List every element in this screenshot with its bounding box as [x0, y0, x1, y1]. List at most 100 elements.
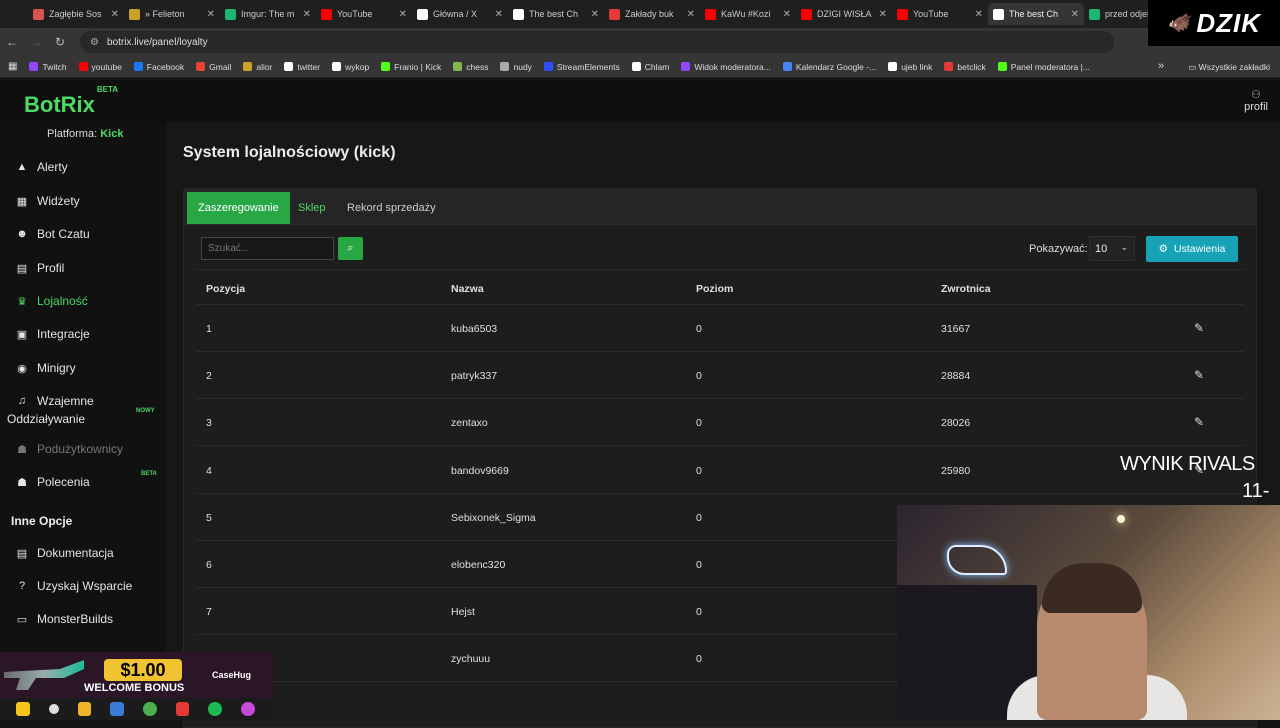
os-taskbar	[0, 698, 274, 720]
all-bookmarks-link[interactable]: ▭ Wszystkie zakładki	[1188, 62, 1270, 73]
tab-title: YouTube	[337, 9, 373, 19]
bookmark-item[interactable]: Gmail	[196, 62, 231, 72]
search-button[interactable]: ⌕	[338, 237, 363, 260]
site-info-icon[interactable]: ⚙	[90, 37, 99, 48]
page-size-select[interactable]: 10 ⌄	[1089, 236, 1135, 261]
sidebar-item[interactable]: ☗ Polecenia	[14, 475, 90, 489]
reload-icon[interactable]: ↻	[48, 35, 72, 49]
edit-pencil-icon[interactable]: ✎	[1194, 415, 1204, 429]
tab-title: KaWu #Kozi	[721, 9, 771, 19]
close-tab-icon[interactable]: ✕	[591, 9, 599, 20]
tab-sales-record[interactable]: Rekord sprzedaży	[336, 192, 447, 224]
chrome-taskbar-icon[interactable]	[143, 702, 157, 716]
close-tab-icon[interactable]: ✕	[303, 9, 311, 20]
close-tab-icon[interactable]: ✕	[495, 9, 503, 20]
tab-favicon-icon	[993, 8, 1004, 20]
close-tab-icon[interactable]: ✕	[111, 9, 119, 20]
tab-title: The best Ch	[1009, 9, 1059, 19]
back-icon[interactable]: ←	[0, 35, 24, 49]
tab-favicon-icon	[705, 8, 716, 20]
browser-tab[interactable]: Zakłady buk ✕	[604, 3, 700, 25]
tab-ranking[interactable]: Zaszeregowanie	[187, 192, 290, 224]
profile-button[interactable]: ⚇ profil	[1244, 88, 1268, 113]
browser-tab[interactable]: The best Ch ✕	[508, 3, 604, 25]
sidebar-item-label: Widżety	[37, 194, 80, 208]
bookmark-item[interactable]: twitter	[284, 62, 320, 72]
bookmark-item[interactable]: Chlam	[631, 61, 670, 72]
sidebar-item-label: Wzajemne	[37, 394, 94, 408]
edit-pencil-icon[interactable]: ✎	[1194, 321, 1204, 335]
tab-title: » Felieton	[145, 9, 185, 19]
bookmark-item[interactable]: alior	[243, 62, 272, 72]
browser-tab[interactable]: Zagłębie Sos ✕	[28, 3, 124, 25]
sidebar-item[interactable]: ▭ MonsterBuilds	[14, 612, 113, 626]
sidebar-item[interactable]: ☗ Podużytkownicy	[14, 442, 123, 456]
bookmark-item[interactable]: Kalendarz Google -...	[782, 62, 876, 72]
tab-title: DZIGI WISŁA	[817, 9, 872, 19]
browser-tab[interactable]: Główna / X ✕	[412, 3, 508, 25]
bookmark-item[interactable]: chess	[453, 62, 488, 72]
close-tab-icon[interactable]: ✕	[399, 9, 407, 20]
apps-icon[interactable]: ▦	[8, 61, 17, 72]
bookmark-item[interactable]: youtube	[78, 62, 122, 72]
bookmark-item[interactable]: Panel moderatora |...	[997, 62, 1090, 72]
browser-tab[interactable]: YouTube ✕	[892, 3, 988, 25]
bookmark-item[interactable]: ujeb link	[888, 62, 932, 72]
sidebar-item[interactable]: ◉ Minigry	[14, 361, 75, 375]
bookmark-item[interactable]: betclick	[944, 62, 986, 72]
settings-button[interactable]: ⚙ Ustawienia	[1146, 236, 1238, 262]
bookmark-item[interactable]: Facebook	[133, 62, 184, 72]
more-bookmarks-icon[interactable]: »	[1158, 60, 1164, 72]
bookmark-label: Chlam	[644, 61, 670, 72]
close-tab-icon[interactable]: ✕	[207, 9, 215, 20]
close-tab-icon[interactable]: ✕	[1071, 9, 1079, 20]
close-tab-icon[interactable]: ✕	[687, 9, 695, 20]
folder-taskbar-icon[interactable]	[77, 702, 92, 716]
browser-tab[interactable]: » Felieton ✕	[124, 3, 220, 25]
app3-taskbar-icon[interactable]	[241, 702, 255, 716]
address-bar[interactable]: ⚙ botrix.live/panel/loyalty	[80, 31, 1114, 53]
sidebar-item[interactable]: ♛ Lojalność	[14, 294, 88, 308]
close-tab-icon[interactable]: ✕	[975, 9, 983, 20]
bookmark-item[interactable]: Twitch	[29, 62, 67, 72]
browser-tab[interactable]: YouTube ✕	[316, 3, 412, 25]
browser-tab[interactable]: Imgur: The m ✕	[220, 3, 316, 25]
sidebar-item[interactable]: ☻ Bot Czatu	[14, 227, 90, 241]
app-taskbar-icon[interactable]	[110, 702, 125, 716]
bookmark-item[interactable]: Widok moderatora...	[681, 62, 771, 72]
close-tab-icon[interactable]: ✕	[783, 9, 791, 20]
bookmark-item[interactable]: Franio | Kick	[381, 62, 441, 72]
bookmark-item[interactable]: nudy	[500, 62, 532, 72]
bookmark-favicon-icon	[631, 62, 641, 71]
edit-pencil-icon[interactable]: ✎	[1194, 368, 1204, 382]
sidebar-item-label-line2: Oddziaływanie	[7, 412, 86, 426]
bookmark-item[interactable]: wykop	[332, 62, 369, 72]
search-input[interactable]	[201, 237, 334, 260]
forward-icon[interactable]: →	[24, 35, 48, 49]
browser-tab[interactable]: KaWu #Kozi ✕	[700, 3, 796, 25]
tab-title: YouTube	[913, 9, 949, 19]
table-cell: 2	[206, 370, 212, 383]
botrix-logo[interactable]: BotRixBETA	[24, 85, 118, 118]
webcam-overlay	[897, 505, 1280, 720]
browser-tab[interactable]: The best Ch ✕	[988, 3, 1084, 25]
browser-tab[interactable]: DZIGI WISŁA ✕	[796, 3, 892, 25]
search-taskbar-icon[interactable]	[48, 704, 59, 714]
sidebar-item[interactable]: ? Uzyskaj Wsparcie	[14, 579, 132, 593]
tab-shop[interactable]: Sklep	[287, 192, 337, 224]
bookmark-favicon-icon	[944, 62, 954, 71]
bookmark-item[interactable]: StreamElements	[543, 62, 620, 72]
bookmark-favicon-icon	[782, 62, 792, 71]
table-cell: 0	[696, 559, 702, 571]
sidebar-item[interactable]: ▦ Widżety	[14, 194, 80, 208]
tab-title: The best Ch	[529, 9, 579, 19]
promo-banner: $1.00 WELCOME BONUS CaseHug	[0, 652, 274, 700]
sidebar-item[interactable]: ▲ Alerty	[14, 160, 68, 174]
sidebar-item[interactable]: ▣ Integracje	[14, 327, 90, 341]
sidebar-item[interactable]: ▤ Dokumentacja	[14, 546, 114, 560]
spotify-taskbar-icon[interactable]	[208, 702, 223, 716]
app2-taskbar-icon[interactable]	[175, 702, 190, 716]
sidebar-item[interactable]: ♫ Wzajemne	[14, 394, 94, 408]
close-tab-icon[interactable]: ✕	[879, 9, 887, 20]
sidebar-item[interactable]: ▤ Profil	[14, 261, 65, 275]
